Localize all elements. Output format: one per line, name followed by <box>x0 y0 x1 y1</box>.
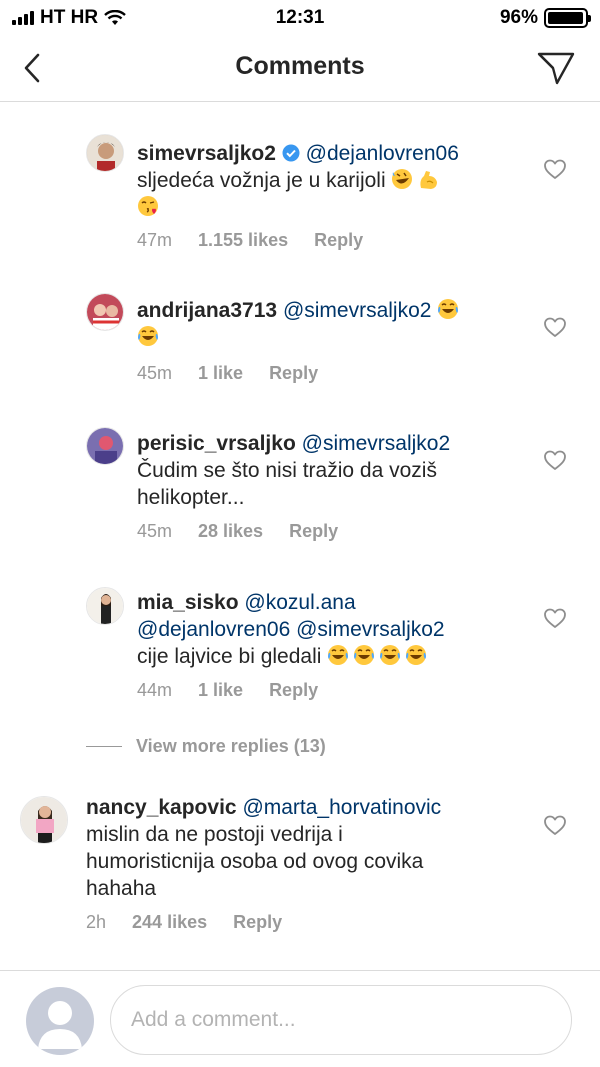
comment-meta: 45m 28 likes Reply <box>137 521 338 542</box>
reply-button[interactable]: Reply <box>269 680 318 701</box>
comment-body: perisic_vrsaljko @simevrsaljko2 Čudim se… <box>137 430 527 511</box>
battery-percent: 96% <box>499 7 538 28</box>
avatar-image <box>87 135 123 171</box>
tears-of-joy-emoji <box>379 644 401 666</box>
comment-time: 45m <box>137 521 173 541</box>
avatar-image <box>87 294 123 330</box>
avatar[interactable] <box>86 427 124 465</box>
avatar-image <box>87 588 123 624</box>
username-link[interactable]: nancy_kapovic <box>86 796 237 819</box>
comment-meta: 45m 1 like Reply <box>137 363 318 384</box>
avatar[interactable] <box>86 134 124 172</box>
likes-count[interactable]: 244 likes <box>132 912 207 933</box>
send-icon[interactable] <box>536 50 576 86</box>
like-heart-icon[interactable] <box>543 316 567 338</box>
face-blowing-kiss-emoji <box>137 195 159 217</box>
mention-link[interactable]: @kozul.ana <box>244 591 355 614</box>
avatar-image <box>21 797 67 843</box>
battery-fill <box>548 12 583 24</box>
like-heart-icon[interactable] <box>543 449 567 471</box>
default-avatar-icon <box>38 1001 82 1049</box>
comment-meta: 44m 1 like Reply <box>137 680 318 701</box>
like-heart-icon[interactable] <box>543 607 567 629</box>
comment-text: hahaha <box>86 877 157 900</box>
user-avatar <box>26 987 94 1055</box>
likes-count[interactable]: 1.155 likes <box>198 230 288 251</box>
verified-badge-icon <box>282 144 300 162</box>
likes-count[interactable]: 1 like <box>198 680 243 701</box>
reply-button[interactable]: Reply <box>289 521 338 542</box>
tears-of-joy-emoji <box>137 325 159 347</box>
comment-body: nancy_kapovic @marta_horvatinovic mislin… <box>86 794 526 902</box>
tears-of-joy-emoji <box>437 298 460 320</box>
username-link[interactable]: andrijana3713 <box>137 299 277 322</box>
username-link[interactable]: mia_sisko <box>137 591 239 614</box>
flexed-biceps-emoji <box>420 170 439 190</box>
tears-of-joy-emoji <box>405 644 427 666</box>
mention-link[interactable]: @dejanlovren06 @simevrsaljko2 <box>137 618 445 641</box>
mention-link[interactable]: @marta_horvatinovic <box>242 796 441 819</box>
username-link[interactable]: perisic_vrsaljko <box>137 432 296 455</box>
view-more-label: View more replies (13) <box>136 736 326 756</box>
comment-text: Čudim se što nisi tražio da voziš <box>137 459 437 482</box>
comment-text: mislin da ne postoji vedrija i <box>86 823 343 846</box>
battery-icon <box>544 8 591 28</box>
comment-text: humoristicnija osoba od ovog covika <box>86 850 424 873</box>
header: Comments <box>0 36 600 102</box>
comment-meta: 2h 244 likes Reply <box>86 912 282 933</box>
comment-text: helikopter... <box>137 486 245 509</box>
comment-body: andrijana3713 @simevrsaljko2 <box>137 297 527 351</box>
rolling-on-floor-laughing-emoji <box>391 168 414 190</box>
reply-button[interactable]: Reply <box>314 230 363 251</box>
comment-time: 47m <box>137 230 173 250</box>
comment-time: 45m <box>137 363 173 383</box>
username-link[interactable]: simevrsaljko2 <box>137 142 276 165</box>
like-heart-icon[interactable] <box>543 814 567 836</box>
comment-time: 44m <box>137 680 173 700</box>
status-bar: HT HR 12:31 96% <box>0 0 600 36</box>
reply-button[interactable]: Reply <box>233 912 282 933</box>
mention-link[interactable]: @simevrsaljko2 <box>283 299 432 322</box>
divider <box>86 746 122 747</box>
comment-time: 2h <box>86 912 107 932</box>
comment-body: simevrsaljko2 @dejanlovren06 sljedeća vo… <box>137 140 527 221</box>
comment-body: mia_sisko @kozul.ana @dejanlovren06 @sim… <box>137 589 527 670</box>
comment-composer <box>0 970 600 1067</box>
view-more-replies-button[interactable]: View more replies (13) <box>86 736 326 757</box>
reply-button[interactable]: Reply <box>269 363 318 384</box>
avatar[interactable] <box>86 587 124 625</box>
avatar[interactable] <box>86 293 124 331</box>
likes-count[interactable]: 1 like <box>198 363 243 384</box>
tears-of-joy-emoji <box>327 644 349 666</box>
comment-meta: 47m 1.155 likes Reply <box>137 230 363 251</box>
comment-text: cije lajvice bi gledali <box>137 645 322 668</box>
avatar-image <box>87 428 123 464</box>
status-right: 96% <box>499 7 591 29</box>
likes-count[interactable]: 28 likes <box>198 521 263 542</box>
avatar[interactable] <box>20 796 68 844</box>
comment-text: sljedeća vožnja je u karijoli <box>137 169 386 192</box>
tears-of-joy-emoji <box>353 644 375 666</box>
like-heart-icon[interactable] <box>543 158 567 180</box>
comment-input[interactable] <box>110 985 572 1055</box>
mention-link[interactable]: @simevrsaljko2 <box>302 432 451 455</box>
page-title: Comments <box>235 52 365 80</box>
mention-link[interactable]: @dejanlovren06 <box>306 142 459 165</box>
